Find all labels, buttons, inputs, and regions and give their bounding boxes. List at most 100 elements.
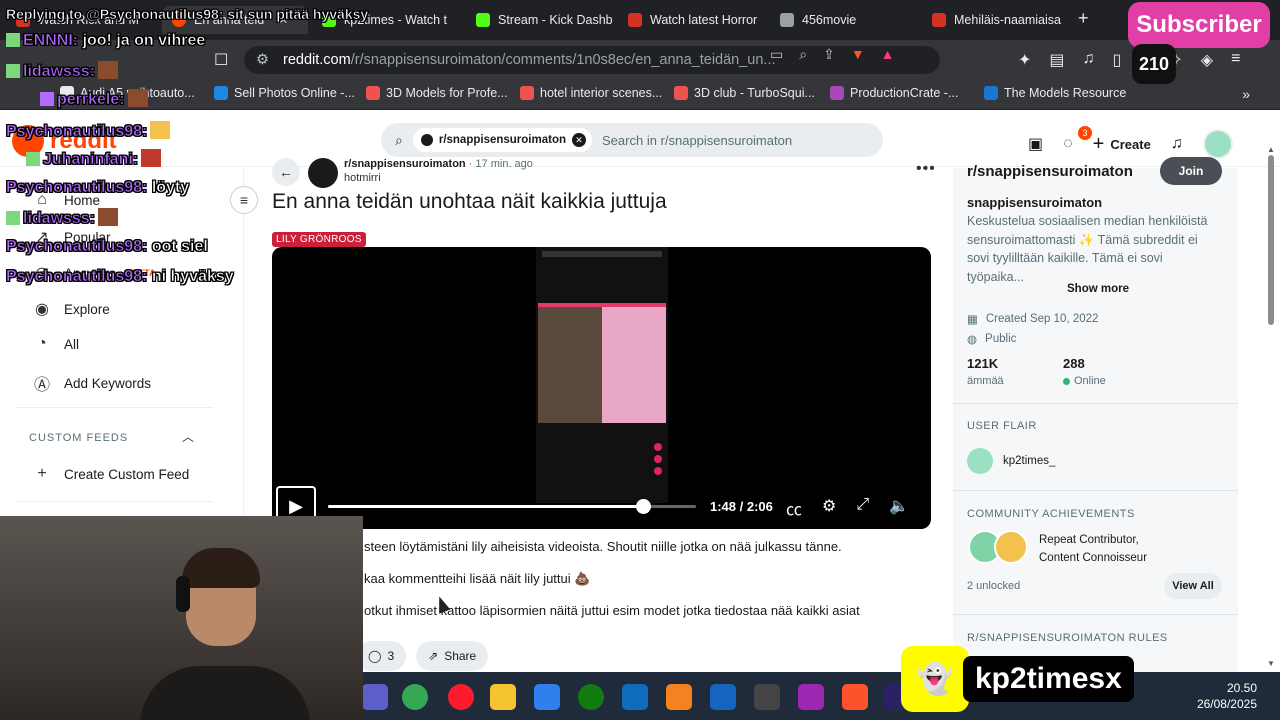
- post-author-link[interactable]: hotmirri: [344, 172, 381, 184]
- user-avatar[interactable]: [1202, 129, 1233, 159]
- browser-tab[interactable]: Stream - Kick Dashb: [466, 6, 616, 34]
- headset-icon: [176, 576, 190, 612]
- opera-icon[interactable]: [448, 684, 474, 710]
- scrollbar-thumb[interactable]: [1268, 155, 1274, 325]
- file-explorer-icon[interactable]: [490, 684, 516, 710]
- chrome-icon[interactable]: [402, 684, 428, 710]
- share-button[interactable]: ⇗ Share: [416, 641, 489, 671]
- sidebar-divider: [16, 501, 213, 502]
- search-subreddit-chip[interactable]: r/snappisensuroimaton ✕: [412, 128, 593, 152]
- browser-tab[interactable]: 456movie: [770, 6, 920, 34]
- fullscreen-icon[interactable]: ⤢: [856, 496, 869, 520]
- close-tab-icon[interactable]: ✕: [278, 13, 288, 27]
- view-all-button[interactable]: View All: [1164, 573, 1222, 599]
- page-scrollbar[interactable]: ▲ ▼: [1266, 145, 1276, 672]
- brave-icon[interactable]: [842, 684, 868, 710]
- video-seek-bar[interactable]: [328, 499, 696, 514]
- sidebar-item-all[interactable]: ◔ All: [32, 335, 79, 353]
- browser-tab-bar: Watch Rick and M En anna teid ✕ kp2times …: [0, 0, 1280, 40]
- browser-tab[interactable]: kp2times - Watch t: [312, 6, 462, 34]
- comments-button[interactable]: ◯ 3: [356, 641, 407, 671]
- volume-icon[interactable]: 🔈: [889, 496, 909, 520]
- browser-tab[interactable]: Watch Rick and M: [6, 6, 162, 34]
- bookmarks-overflow-icon[interactable]: »: [1242, 86, 1250, 102]
- community-title[interactable]: r/snappisensuroimaton: [967, 163, 1133, 180]
- sidebar-item-explore[interactable]: ◉ Explore: [32, 299, 110, 319]
- members-stat: 121K ämmää: [967, 356, 1004, 387]
- extensions-icon[interactable]: ✦: [1018, 50, 1031, 70]
- show-more-button[interactable]: Show more: [1067, 283, 1129, 295]
- tab-favicon-icon: [476, 13, 490, 27]
- chevron-up-icon[interactable]: ︿: [182, 428, 194, 445]
- sidebar-divider: [16, 407, 213, 408]
- xbox-icon[interactable]: [578, 684, 604, 710]
- tab-favicon-icon: [780, 13, 794, 27]
- user-flair[interactable]: kp2times_: [967, 448, 1055, 474]
- bookmark-item[interactable]: Audi A5 vaihtoauto...: [60, 86, 195, 100]
- bookmark-item[interactable]: 3D club - TurboSqui...: [674, 86, 815, 100]
- post-flair[interactable]: LILY GRÖNROOS: [272, 232, 366, 247]
- bookmark-item[interactable]: 3D Models for Profe...: [366, 86, 508, 100]
- settings-gear-icon[interactable]: ⚙: [822, 496, 836, 520]
- bookmark-item[interactable]: ProductionCrate -...: [830, 86, 958, 100]
- back-button[interactable]: ←: [272, 158, 300, 186]
- collapse-sidebar-button[interactable]: ≡: [230, 186, 258, 214]
- bookmark-item[interactable]: The Models Resource: [984, 86, 1126, 100]
- scroll-down-icon[interactable]: ▼: [1267, 659, 1275, 668]
- bookmark-star-icon[interactable]: ☐: [214, 50, 228, 70]
- media-icon[interactable]: ♫: [1083, 50, 1095, 70]
- more-options-icon[interactable]: •••: [916, 160, 936, 178]
- bookmark-item[interactable]: Sell Photos Online -...: [214, 86, 355, 100]
- captions-icon[interactable]: ㏄: [786, 496, 802, 520]
- share-page-icon[interactable]: ⇪: [823, 46, 835, 63]
- browser-tab-active[interactable]: En anna teid ✕: [162, 6, 308, 34]
- subreddit-avatar[interactable]: [308, 158, 338, 188]
- sidebar-item-add-keywords[interactable]: Ⓐ Add Keywords: [32, 371, 151, 395]
- create-post-button[interactable]: + Create: [1093, 133, 1151, 156]
- teams-icon[interactable]: [362, 684, 388, 710]
- sidebar-divider: [953, 403, 1238, 404]
- new-tab-button[interactable]: +: [1078, 8, 1089, 29]
- video-controls: ㏄ ⚙ ⤢ 🔈: [786, 496, 909, 520]
- scroll-up-icon[interactable]: ▲: [1267, 145, 1275, 154]
- reddit-logo[interactable]: reddit: [12, 125, 117, 157]
- webcam-overlay: [0, 516, 363, 720]
- create-custom-feed-button[interactable]: + Create Custom Feed: [32, 465, 189, 483]
- menu-icon[interactable]: ≡: [1231, 50, 1240, 70]
- site-info-icon[interactable]: ⚙: [256, 52, 269, 68]
- remove-chip-icon[interactable]: ✕: [572, 133, 587, 147]
- zoom-icon[interactable]: ⌕: [799, 46, 807, 63]
- sidebar-item-answers[interactable]: ◎ Answers BETA: [32, 263, 156, 283]
- store-icon[interactable]: [534, 684, 560, 710]
- search-bar[interactable]: ⌕ r/snappisensuroimaton ✕ Search in r/sn…: [381, 123, 883, 157]
- app-icon[interactable]: [710, 684, 736, 710]
- tab-favicon-icon: [322, 13, 336, 27]
- browser-tab[interactable]: Mehiläis-naamiaisa: [922, 6, 1072, 34]
- notifications-bell-icon[interactable]: ♫: [1171, 135, 1183, 153]
- fl-studio-icon[interactable]: [666, 684, 692, 710]
- vpn-icon[interactable]: ◈: [1201, 50, 1213, 70]
- reading-list-icon[interactable]: ▤: [1049, 50, 1064, 70]
- advertise-icon[interactable]: ▣: [1028, 134, 1043, 154]
- join-button[interactable]: Join: [1160, 157, 1222, 185]
- subscriber-badge: Subscriber: [1128, 2, 1270, 48]
- bookmarks-bar: Audi A5 vaihtoauto... Sell Photos Online…: [0, 80, 1280, 110]
- viewer-counter: 210: [1132, 44, 1176, 84]
- post-subreddit-link[interactable]: r/snappisensuroimaton: [344, 158, 466, 170]
- unity-icon[interactable]: [754, 684, 780, 710]
- m365-icon[interactable]: [798, 684, 824, 710]
- chat-icon[interactable]: ◌: [1063, 135, 1073, 153]
- outlook-icon[interactable]: [622, 684, 648, 710]
- sidebar-icon[interactable]: ▯: [1113, 50, 1122, 70]
- cast-icon[interactable]: ▭: [770, 46, 783, 63]
- bookmark-item[interactable]: hotel interior scenes...: [520, 86, 662, 100]
- browser-tab[interactable]: Watch latest Horror: [618, 6, 768, 34]
- community-visibility: ◍ Public: [967, 333, 1017, 346]
- taskbar-clock[interactable]: 20.50 26/08/2025: [1193, 680, 1257, 712]
- achievement-badges[interactable]: [968, 530, 1028, 564]
- video-player[interactable]: [272, 247, 931, 529]
- brave-rewards-icon[interactable]: ▲: [881, 46, 895, 63]
- brave-shield-icon[interactable]: ▼: [851, 46, 865, 63]
- sidebar-item-popular[interactable]: ↗ Popular: [32, 227, 110, 247]
- sidebar-item-home[interactable]: ⌂ Home: [32, 191, 100, 209]
